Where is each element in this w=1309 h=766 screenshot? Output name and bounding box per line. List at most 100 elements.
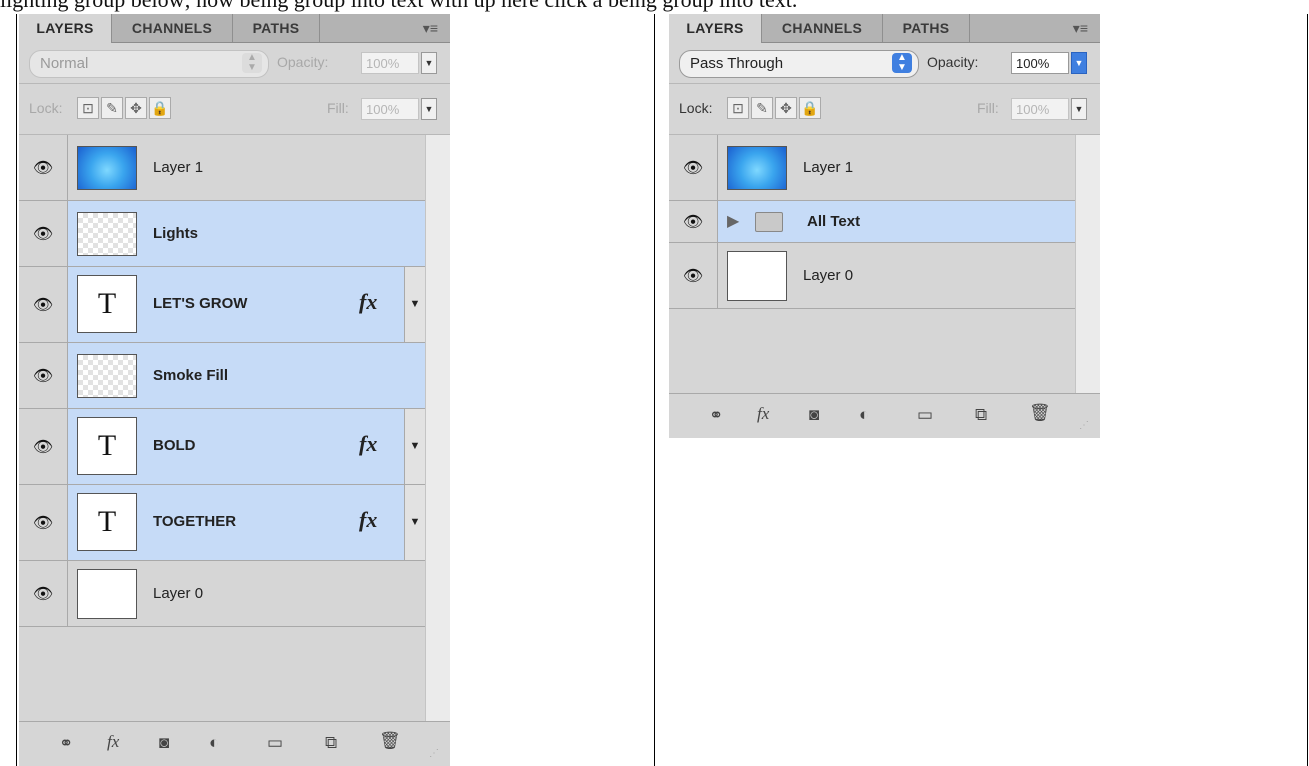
fill-input[interactable]: 100%: [1011, 98, 1069, 120]
blend-mode-select[interactable]: Normal ▲ ▼: [29, 50, 269, 78]
lock-label: Lock:: [679, 100, 713, 116]
left-layers-panel: LAYERS CHANNELS PATHS ▾≡ Normal ▲ ▼ Opaci…: [19, 14, 450, 766]
effects-expand-icon[interactable]: ▼: [404, 485, 425, 560]
layer-name: Lights: [153, 225, 198, 242]
new-group-icon[interactable]: ▭: [267, 733, 283, 753]
layer-name: Layer 0: [153, 585, 204, 602]
tab-paths[interactable]: PATHS: [883, 14, 970, 42]
right-layers-panel: LAYERS CHANNELS PATHS ▾≡ Pass Through ▲ ▼…: [669, 14, 1100, 438]
visibility-eye-icon[interactable]: 👁: [19, 135, 68, 200]
layer-row[interactable]: 👁 Layer 1: [669, 135, 1075, 201]
visibility-eye-icon[interactable]: 👁: [19, 267, 68, 342]
frame-left-border: [16, 14, 17, 766]
fx-icon[interactable]: fx: [107, 732, 119, 752]
link-layers-icon[interactable]: ⚭: [709, 406, 723, 426]
link-layers-icon[interactable]: ⚭: [59, 734, 73, 754]
frame-right-border: [1307, 14, 1308, 766]
layer-thumbnail: [77, 212, 137, 256]
layer-name: All Text: [807, 213, 861, 230]
frame-middle-border: [654, 14, 655, 766]
layer-thumbnail: [77, 569, 137, 619]
left-lock-row: Lock: ⊡ ✎ ✥ 🔒 Fill: 100% ▼: [19, 84, 450, 135]
lock-all-icon[interactable]: 🔒: [799, 97, 821, 119]
scrollbar[interactable]: [425, 135, 450, 721]
visibility-eye-icon[interactable]: 👁: [669, 243, 718, 308]
layer-name: LET'S GROW: [153, 295, 248, 312]
tab-channels[interactable]: CHANNELS: [112, 14, 233, 42]
lock-pixels-icon[interactable]: ✎: [751, 97, 773, 119]
opacity-input[interactable]: 100%: [1011, 52, 1069, 74]
new-layer-icon[interactable]: ⧉: [975, 405, 987, 425]
layer-name: BOLD: [153, 437, 196, 454]
new-group-icon[interactable]: ▭: [917, 405, 933, 425]
layer-row[interactable]: 👁 T LET'S GROW fx ▼: [19, 267, 425, 343]
layer-group-row[interactable]: 👁 ▶ All Text: [669, 201, 1075, 243]
layer-row[interactable]: 👁 Layer 0: [19, 561, 425, 627]
fill-dropdown-icon[interactable]: ▼: [421, 98, 437, 120]
resize-grip-icon[interactable]: ⋰: [1079, 420, 1089, 431]
layer-row[interactable]: 👁 Layer 1: [19, 135, 425, 201]
fx-icon[interactable]: fx: [359, 507, 377, 533]
stepper-icon: ▲ ▼: [892, 53, 912, 73]
fill-label: Fill:: [977, 100, 999, 116]
layer-name: TOGETHER: [153, 513, 237, 530]
tab-layers[interactable]: LAYERS: [669, 14, 762, 43]
left-layers-list: 👁 Layer 1 👁 Lights 👁 T LET'S GROW fx ▼ 👁…: [19, 135, 450, 721]
right-tab-bar: LAYERS CHANNELS PATHS ▾≡: [669, 14, 1100, 43]
add-mask-icon[interactable]: ◙: [809, 405, 819, 425]
lock-pixels-icon[interactable]: ✎: [101, 97, 123, 119]
opacity-input[interactable]: 100%: [361, 52, 419, 74]
panel-menu-icon[interactable]: ▾≡: [423, 14, 438, 42]
visibility-eye-icon[interactable]: 👁: [19, 343, 68, 408]
opacity-dropdown-icon[interactable]: ▼: [421, 52, 437, 74]
tab-paths[interactable]: PATHS: [233, 14, 320, 42]
right-layers-list: 👁 Layer 1 👁 ▶ All Text 👁 Layer 0: [669, 135, 1100, 393]
effects-expand-icon[interactable]: ▼: [404, 409, 425, 484]
fx-icon[interactable]: fx: [359, 289, 377, 315]
tab-layers[interactable]: LAYERS: [19, 14, 112, 43]
left-bottom-toolbar: ⚭ fx ◙ ◐ ▭ ⧉ 🗑 ⋰: [19, 721, 450, 766]
visibility-eye-icon[interactable]: 👁: [19, 409, 68, 484]
visibility-eye-icon[interactable]: 👁: [19, 561, 68, 626]
adjustment-layer-icon[interactable]: ◐: [209, 733, 219, 753]
scrollbar[interactable]: [1075, 135, 1100, 393]
layer-name: Layer 1: [803, 159, 854, 176]
fx-icon[interactable]: fx: [757, 404, 769, 424]
delete-layer-icon[interactable]: 🗑: [1029, 403, 1051, 423]
visibility-eye-icon[interactable]: 👁: [669, 135, 718, 200]
fx-icon[interactable]: fx: [359, 431, 377, 457]
fill-dropdown-icon[interactable]: ▼: [1071, 98, 1087, 120]
layer-row[interactable]: 👁 Layer 0: [669, 243, 1075, 309]
tab-channels[interactable]: CHANNELS: [762, 14, 883, 42]
lock-all-icon[interactable]: 🔒: [149, 97, 171, 119]
layer-row[interactable]: 👁 Lights: [19, 201, 425, 267]
opacity-dropdown-icon[interactable]: ▼: [1071, 52, 1087, 74]
lock-position-icon[interactable]: ✥: [775, 97, 797, 119]
effects-expand-icon[interactable]: ▼: [404, 267, 425, 342]
caption-text: lighting group below; now being group in…: [0, 0, 1309, 14]
delete-layer-icon[interactable]: 🗑: [379, 731, 401, 751]
layer-row[interactable]: 👁 T TOGETHER fx ▼: [19, 485, 425, 561]
new-layer-icon[interactable]: ⧉: [325, 733, 337, 753]
layer-name: Smoke Fill: [153, 367, 229, 384]
visibility-eye-icon[interactable]: 👁: [19, 201, 68, 266]
fill-input[interactable]: 100%: [361, 98, 419, 120]
blend-mode-value: Normal: [40, 55, 89, 72]
layer-thumbnail: [77, 146, 137, 190]
add-mask-icon[interactable]: ◙: [159, 733, 169, 753]
layer-row[interactable]: 👁 Smoke Fill: [19, 343, 425, 409]
expand-triangle-icon[interactable]: ▶: [727, 211, 739, 231]
visibility-eye-icon[interactable]: 👁: [19, 485, 68, 560]
lock-transparent-icon[interactable]: ⊡: [77, 97, 99, 119]
blend-mode-select[interactable]: Pass Through ▲ ▼: [679, 50, 919, 78]
lock-position-icon[interactable]: ✥: [125, 97, 147, 119]
layer-row[interactable]: 👁 T BOLD fx ▼: [19, 409, 425, 485]
resize-grip-icon[interactable]: ⋰: [429, 748, 439, 759]
text-layer-thumbnail: T: [77, 417, 137, 475]
right-blend-row: Pass Through ▲ ▼ Opacity: 100% ▼: [669, 43, 1100, 84]
panel-menu-icon[interactable]: ▾≡: [1073, 14, 1088, 42]
visibility-eye-icon[interactable]: 👁: [669, 201, 718, 242]
adjustment-layer-icon[interactable]: ◐: [859, 405, 869, 425]
lock-transparent-icon[interactable]: ⊡: [727, 97, 749, 119]
text-layer-thumbnail: T: [77, 493, 137, 551]
